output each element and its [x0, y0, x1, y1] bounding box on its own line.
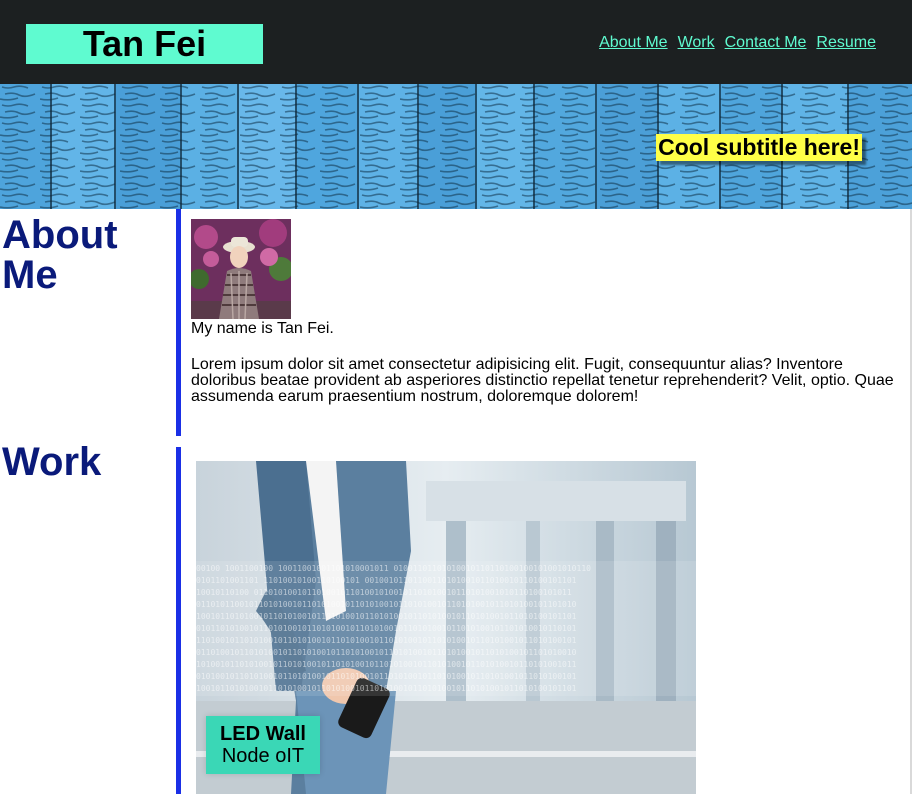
nav-link-work[interactable]: Work [678, 34, 715, 52]
about-content: My name is Tan Fei. Lorem ipsum dolor si… [191, 321, 901, 425]
profile-photo-image [191, 219, 291, 319]
work-heading: Work [2, 440, 102, 484]
hero-subtitle: Cool subtitle here! [656, 134, 862, 161]
project-card[interactable]: 00100 1001100100 10011001001101010001011… [196, 461, 696, 794]
project-subtitle: Node oIT [221, 745, 305, 767]
profile-photo [191, 219, 291, 319]
main-nav: About Me Work Contact Me Resume [599, 34, 876, 52]
nav-link-about-me[interactable]: About Me [599, 34, 667, 52]
about-divider [176, 209, 181, 436]
nav-link-contact-me[interactable]: Contact Me [725, 34, 807, 52]
site-title[interactable]: Tan Fei [26, 24, 263, 64]
work-divider [176, 447, 181, 794]
project-name: LED Wall [220, 723, 306, 745]
about-heading: About Me [2, 213, 118, 297]
hero-banner: Cool subtitle here! [0, 84, 912, 209]
site-header: Tan Fei About Me Work Contact Me Resume [0, 0, 912, 84]
about-body: Lorem ipsum dolor sit amet consectetur a… [191, 356, 894, 405]
about-intro: My name is Tan Fei. [191, 320, 334, 337]
nav-link-resume[interactable]: Resume [816, 34, 876, 52]
project-label[interactable]: LED Wall Node oIT [206, 716, 320, 774]
